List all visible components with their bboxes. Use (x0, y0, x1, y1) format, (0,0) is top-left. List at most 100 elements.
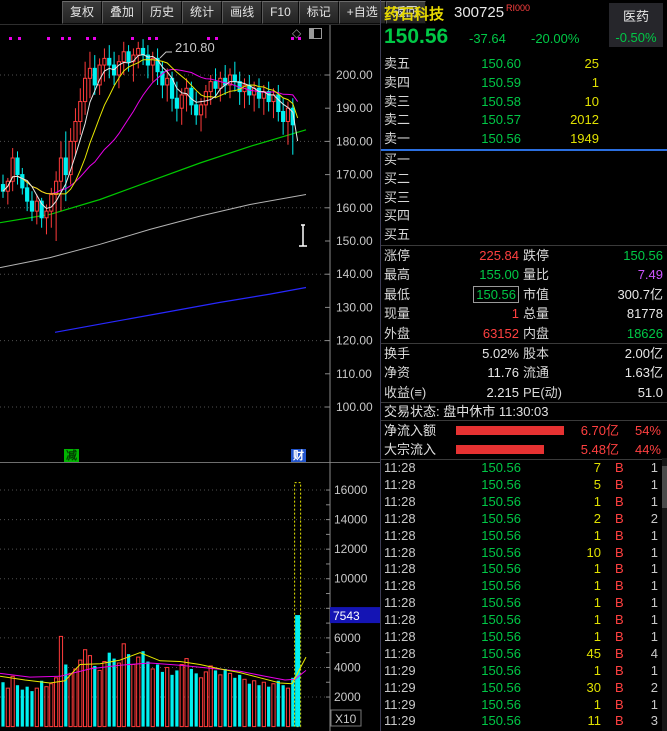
toolbar-button-统计[interactable]: 统计 (182, 0, 223, 24)
volume-bar-up (218, 674, 223, 728)
price-axis-label: 120.00 (336, 334, 373, 348)
tick-count: 1 (650, 662, 658, 678)
stat-value: 51.0 (637, 384, 663, 400)
stat-value: 2.215 (486, 384, 519, 400)
tick-volume: 30 (586, 679, 601, 695)
tick-time: 11:28 (384, 629, 416, 644)
candle-body (107, 57, 112, 66)
tick-side: B (615, 696, 624, 712)
sell-price: 150.58 (481, 93, 521, 109)
volume-bar-down (146, 661, 150, 727)
kline-chart[interactable]: 200.00 190.00 180.00 170.00 160.00 150.00 140.… (0, 25, 380, 462)
tick-volume: 2 (593, 510, 601, 526)
candle-body (266, 91, 271, 103)
toolbar-button-F10[interactable]: F10 (262, 0, 299, 24)
stats-row: 涨停 225.84 跌停 150.56 (381, 246, 667, 265)
tick-volume: 7 (593, 460, 601, 476)
toolbar-button-叠加[interactable]: 叠加 (102, 0, 143, 24)
tick-count: 2 (650, 679, 658, 695)
volume-bar-up (184, 658, 189, 728)
sector-box[interactable]: 医药 -0.50% (609, 3, 663, 47)
tick-side: B (615, 578, 624, 594)
buy-queue-row: 买二 (381, 170, 667, 189)
ma-line-green (0, 129, 307, 224)
toolbar-button-画线[interactable]: 画线 (222, 0, 263, 24)
main-kline-pane[interactable]: 200.00 190.00 180.00 170.00 160.00 150.00 140.… (0, 25, 380, 462)
stat-label: 流通 (523, 365, 550, 381)
tick-volume: 1 (593, 662, 601, 678)
volume-bar-up (271, 683, 276, 728)
candle-body (25, 187, 30, 202)
candle-body (87, 67, 93, 79)
stat-value: 225.84 (479, 247, 519, 263)
tick-time: 11:28 (384, 645, 416, 661)
volume-bar-up (10, 675, 15, 728)
tick-row: 11:29 150.56 11 B 3 (381, 713, 667, 730)
tick-side: B (615, 662, 624, 678)
flow-amount: 6.70亿 (580, 423, 619, 439)
tick-row: 11:28 150.56 1 B 1 (381, 578, 667, 595)
volume-bar-down (20, 689, 24, 727)
volume-bar-up (44, 686, 49, 728)
candle-body (73, 120, 78, 142)
candle-body (63, 157, 68, 176)
tick-volume: 1 (593, 696, 601, 712)
candle-body (126, 51, 131, 63)
volume-chart[interactable]: 16000 14000 12000 10000 6000 4000 2000 7543 X10 (0, 462, 380, 731)
tick-price: 150.56 (481, 460, 521, 476)
ma-line-white (2, 53, 299, 210)
tick-volume: 1 (593, 595, 601, 611)
event-mark-dot (9, 37, 12, 40)
toolbar-button-历史[interactable]: 历史 (142, 0, 183, 24)
volume-bar-up (49, 683, 54, 728)
stat-value: 150.56 (419, 285, 519, 304)
volume-bar-up (131, 664, 136, 728)
buy-queue-row: 买一 (381, 151, 667, 170)
volume-bar-up (83, 649, 88, 728)
stats-row: 净资 11.76 流通 1.63亿 (381, 363, 667, 382)
stat-label: 股本 (523, 345, 550, 361)
reduce-holdings-badge[interactable]: 减 (64, 449, 79, 463)
scrollbar-thumb[interactable] (662, 466, 667, 508)
tick-side: B (615, 510, 624, 526)
flow-row: 大宗流入 5.48亿 44% (381, 440, 667, 459)
event-mark-dot (18, 37, 21, 40)
volume-pane[interactable]: 16000 14000 12000 10000 6000 4000 2000 7543 X10 (0, 462, 380, 731)
sell-volume: 25 (584, 56, 599, 71)
flow-label: 净流入额 (384, 423, 437, 439)
stat-value: 155.00 (479, 267, 519, 283)
current-volume-bar (295, 615, 301, 727)
tick-list-scrollbar[interactable] (662, 458, 667, 731)
toolbar-button-复权[interactable]: 复权 (62, 0, 103, 24)
tick-count: 1 (650, 629, 658, 644)
financial-report-badge[interactable]: 财 (291, 449, 306, 463)
volume-bar-up (68, 672, 73, 728)
tick-volume: 1 (593, 561, 601, 577)
event-mark-dot (155, 37, 158, 40)
stat-label: 净资 (384, 365, 411, 381)
volume-bar-up (261, 681, 266, 728)
price-axis-label: 150.00 (336, 234, 373, 248)
stat-label: 涨停 (384, 247, 411, 263)
candle-body (49, 194, 54, 212)
toolbar-button-+自选[interactable]: +自选 (338, 0, 386, 24)
candle-body (179, 94, 184, 109)
sell-level-label: 卖五 (384, 56, 411, 71)
tick-price: 150.56 (481, 476, 521, 492)
candle-body (34, 200, 39, 212)
volume-bar-down (291, 677, 295, 727)
tick-row: 11:29 150.56 1 B 1 (381, 697, 667, 714)
price-change: -37.64 (469, 31, 506, 46)
tick-price: 150.56 (481, 595, 521, 611)
event-mark-dot (47, 37, 50, 40)
tick-row: 11:28 150.56 1 B 1 (381, 595, 667, 612)
volume-bar-up (242, 678, 247, 728)
price-axis-label: 110.00 (336, 367, 372, 381)
toolbar-button-标记[interactable]: 标记 (298, 0, 339, 24)
tick-row: 11:28 150.56 45 B 4 (381, 646, 667, 663)
sector-name: 医药 (622, 9, 649, 24)
candle-body (20, 174, 25, 189)
tick-time: 11:29 (384, 696, 416, 712)
tick-time: 11:28 (384, 578, 416, 594)
sell-queue-row: 卖一 150.56 1949 (381, 130, 667, 149)
